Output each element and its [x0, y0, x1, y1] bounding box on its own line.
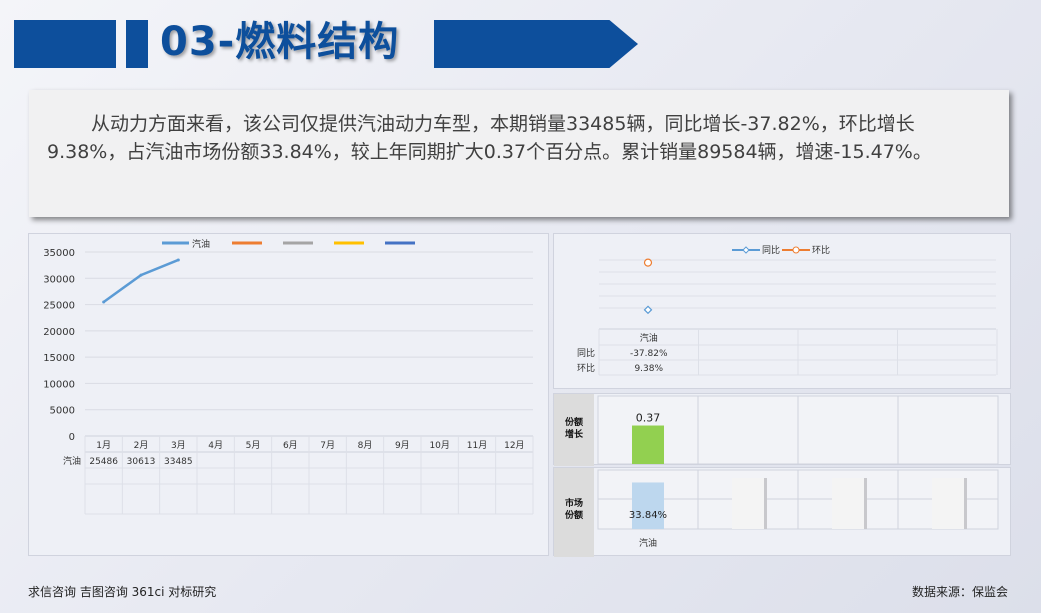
row-label-line2: 增长	[565, 428, 584, 440]
y-tick-label: 35000	[43, 248, 75, 259]
y-tick-label: 10000	[43, 379, 75, 390]
x-tick-label: 12月	[504, 440, 524, 451]
legend-marker-mom	[792, 246, 800, 254]
legend-label-yoy: 同比	[762, 244, 780, 256]
y-tick-label: 30000	[43, 274, 75, 285]
x-tick-label: 2月	[134, 440, 149, 451]
x-tick-label: 11月	[467, 440, 487, 451]
market-share-panel: 市场 份额 33.84% 汽油	[553, 467, 1011, 557]
x-tick-label: 9月	[395, 440, 410, 451]
table-row-label: 同比	[577, 347, 595, 359]
table-cell: 25486	[89, 457, 118, 467]
marker-yoy-gasoline	[643, 305, 653, 315]
x-tick-label: 3月	[171, 440, 186, 451]
bar-data-label: 33.84%	[629, 510, 667, 521]
series-line-gasoline	[102, 258, 179, 304]
bar-share-growth	[632, 425, 664, 464]
share-growth-panel: 份额 增长 0.37	[553, 393, 1011, 466]
data-point	[176, 258, 180, 262]
page-title: 03-燃料结构	[160, 19, 400, 65]
x-tick-label: 4月	[208, 440, 223, 451]
data-point	[139, 273, 143, 277]
monthly-sales-chart-panel: 0 5000 10000 15000 20000 25000 30000 35000 1月 2月 3…	[28, 233, 549, 556]
y-tick-label: 15000	[43, 353, 75, 364]
table-cell: 30613	[127, 457, 156, 467]
data-point	[102, 300, 106, 304]
monthly-sales-line-chart: 0 5000 10000 15000 20000 25000 30000 35000 1月 2月 3…	[43, 238, 534, 515]
table-row-label: 环比	[577, 362, 595, 374]
footer-source-left: 求信咨询 吉图咨询 361ci 对标研究	[28, 585, 217, 599]
empty-bar-shadow	[764, 478, 767, 529]
bar-market-share	[632, 482, 664, 529]
share-growth-chart: 份额增长 0.37	[554, 394, 999, 466]
row-label-line2: 份额	[565, 509, 583, 521]
y-tick-label: 0	[69, 432, 75, 443]
bar-data-label: 0.37	[636, 412, 661, 425]
table-row-label: 汽油	[63, 455, 81, 467]
x-tick-label: 7月	[320, 440, 335, 451]
y-tick-label: 5000	[50, 406, 75, 417]
row-label-line1: 市场	[565, 497, 583, 509]
empty-bar	[732, 478, 764, 529]
growth-rate-chart-panel: 同比 环比 汽油 同比 -37.82% 环比 9.38%	[553, 233, 1011, 389]
footer-data-source: 数据来源：保监会	[911, 585, 1008, 599]
market-share-chart: 市场份额 33.84% 汽油	[554, 468, 999, 557]
growth-rate-chart: 同比 环比汽油同比 -37.82%环比 9.38%	[577, 244, 998, 376]
marker-mom-gasoline	[643, 258, 653, 267]
table-col-label: 汽油	[640, 332, 658, 344]
table-cell: 9.38%	[634, 364, 663, 374]
header-bar-left	[14, 20, 116, 68]
y-tick-label: 25000	[43, 301, 75, 312]
header-arrow	[434, 20, 638, 68]
table-cell: -37.82%	[630, 349, 668, 359]
x-tick-label: 6月	[283, 440, 298, 451]
x-tick-label: 8月	[358, 440, 373, 451]
summary-text: 从动力方面来看，该公司仅提供汽油动力车型，本期销量33485辆，同比增长-37.…	[47, 113, 932, 163]
row-label-line1: 份额	[565, 416, 583, 428]
x-tick-label: 1月	[96, 440, 111, 451]
table-cell: 33485	[164, 457, 193, 467]
empty-bar-shadow	[964, 478, 967, 529]
empty-bar-shadow	[864, 478, 867, 529]
x-tick-label: 5月	[246, 440, 261, 451]
x-tick-label: 汽油	[639, 537, 657, 549]
legend-marker-yoy	[742, 246, 750, 254]
x-tick-label: 10月	[429, 440, 449, 451]
legend-label-gasoline: 汽油	[192, 238, 210, 250]
empty-bar	[832, 478, 864, 529]
summary-box: 从动力方面来看，该公司仅提供汽油动力车型，本期销量33485辆，同比增长-37.…	[29, 90, 1009, 217]
legend-label-mom: 环比	[812, 244, 830, 256]
empty-bar	[932, 478, 964, 529]
y-tick-label: 20000	[43, 327, 75, 338]
header-bar-mid	[126, 20, 148, 68]
